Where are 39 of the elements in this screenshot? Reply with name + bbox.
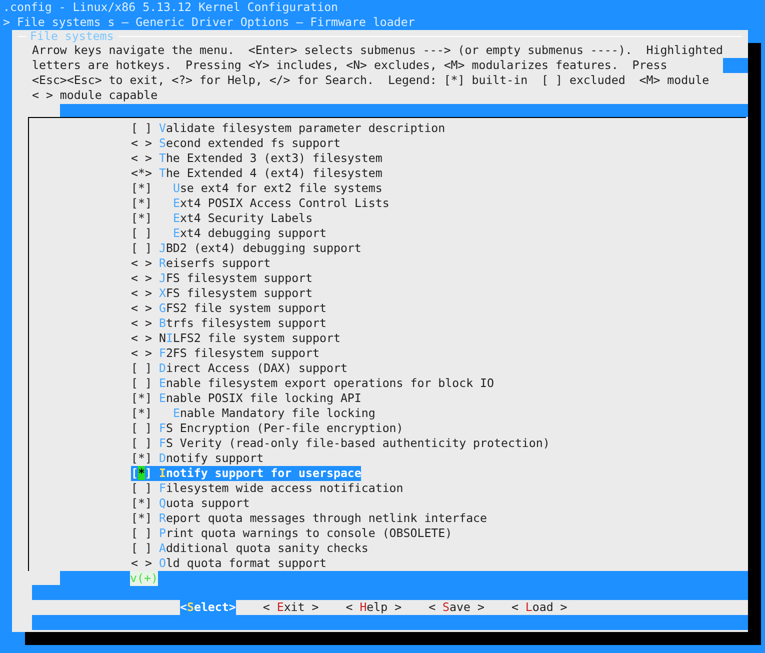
breadcrumb: > File systems s — Generic Driver Options — Firmware loader <box>2 15 416 30</box>
menu-item[interactable]: < > GFS2 file system support <box>131 301 326 316</box>
menu-item[interactable]: < > NILFS2 file system support <box>131 331 340 346</box>
menu-item[interactable]: [ ] P rint quota warnings to console (OBSOLETE) <box>131 526 452 541</box>
menu-item[interactable]: < > Old quota format support <box>131 556 326 571</box>
dialog-title: File systems <box>29 30 115 43</box>
menu-item[interactable]: [ ] J BD2 (ext4) debugging support <box>131 241 362 256</box>
menu-item[interactable]: <*> The Extended 4 (ext4) filesystem <box>131 166 382 181</box>
menu-item[interactable]: [ ] Filesystem wide access notification <box>131 481 404 496</box>
menu-item[interactable]: < > The Extended 3 (ext3) filesystem <box>131 151 382 166</box>
menu-item[interactable]: [*] Enable POSIX file locking API <box>131 391 362 406</box>
menu-item[interactable]: [*] Ext4 Security Labels <box>131 211 313 226</box>
menu-item[interactable]: [*] Dnotify support <box>131 451 264 466</box>
menu-item[interactable]: [ ] FS Encryption (Per-file encryption) <box>131 421 404 436</box>
menu-item[interactable]: [*] Enable Mandatory file locking <box>131 406 376 421</box>
menu-item[interactable]: [ ] Validate filesystem parameter description <box>131 121 446 136</box>
menu-item[interactable]: [*] Ext4 POSIX Access Control Lists <box>131 196 390 211</box>
menu-item[interactable]: [ ] FS Verity (read-only file-based authenticity protection) <box>131 436 550 451</box>
menu-item[interactable]: < > F2FS filesystem support <box>131 346 320 361</box>
dialog-button[interactable]: < Help > <box>346 600 402 615</box>
menu-item[interactable]: [*] Quota support <box>131 496 250 511</box>
menu-item[interactable]: < > Reiserfs support <box>131 256 271 271</box>
menu-item[interactable]: [*] Inotify support for userspace <box>131 466 362 481</box>
menu-item[interactable]: < > Second extended fs support <box>131 136 340 151</box>
dialog-button[interactable]: < Exit > <box>262 600 319 615</box>
window-title: .config - Linux/x86 5.13.12 Kernel Configuration <box>2 0 340 15</box>
menu-item[interactable]: < > XFS filesystem support <box>131 286 313 301</box>
help-text: Arrow keys navigate the menu. <Enter> selects submenus ---> (or empty submenus ----). Highlighted letters are hotkeys. Pressing <Y> includes, <N> excludes, <M> modularizes features. Press <Esc><Esc> to exit, <?> for Help, </> for Search. Legend: [*] built-in [ ] excluded <M> module < > module capable <box>32 43 724 103</box>
menu-item[interactable]: [ ] Ext4 debugging support <box>131 226 327 241</box>
menu-item[interactable]: [*] Report quota messages through netlink interface <box>131 511 488 526</box>
menu-item[interactable]: [*] Use ext4 for ext2 file systems <box>131 181 382 196</box>
menu-item[interactable]: [ ] Enable filesystem export operations for block IO <box>131 376 494 391</box>
menu-item[interactable]: < > J FS filesystem support <box>131 271 313 286</box>
menu-item[interactable]: < > Btrfs filesystem support <box>131 316 326 331</box>
dialog-button[interactable]: < Load > <box>511 600 568 615</box>
menu-item[interactable]: [ ] Direct Access (DAX) support <box>131 361 348 376</box>
dialog-button[interactable]: < Save > <box>428 600 484 615</box>
menu-item[interactable]: [ ] Additional quota sanity checks <box>131 541 368 556</box>
scroll-indicator: v(+) <box>130 571 158 586</box>
